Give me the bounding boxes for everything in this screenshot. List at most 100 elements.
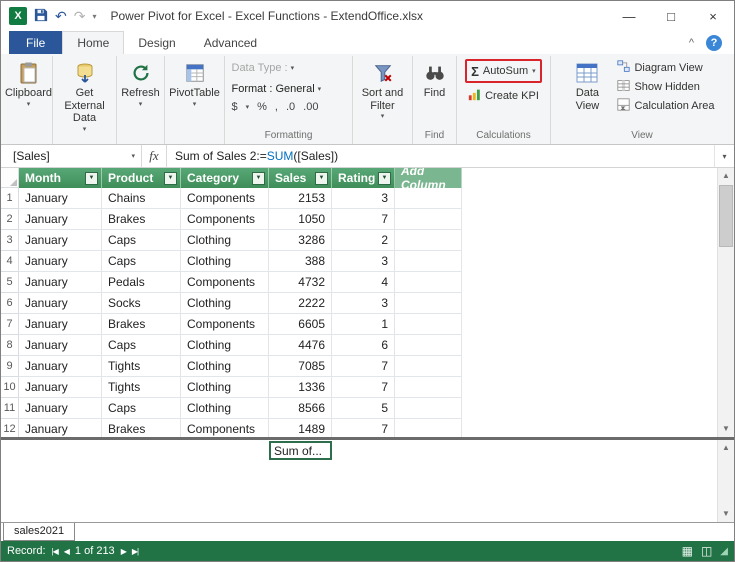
scrollbar-thumb[interactable] <box>719 185 733 247</box>
qat-customize-icon[interactable]: ▾ <box>92 12 96 21</box>
cell-category[interactable]: Components <box>181 419 269 437</box>
cell-product[interactable]: Socks <box>102 293 181 314</box>
row-number[interactable]: 10 <box>1 377 19 398</box>
pivottable-button[interactable]: PivotTable ▾ <box>167 57 222 129</box>
cell-add-column[interactable] <box>395 272 462 293</box>
refresh-button[interactable]: Refresh ▾ <box>119 57 162 129</box>
row-number[interactable]: 2 <box>1 209 19 230</box>
row-number[interactable]: 11 <box>1 398 19 419</box>
cell-rating[interactable]: 7 <box>332 419 395 437</box>
cell-category[interactable]: Clothing <box>181 356 269 377</box>
cell-add-column[interactable] <box>395 209 462 230</box>
row-number[interactable]: 1 <box>1 188 19 209</box>
grid-vertical-scrollbar[interactable]: ▲ ▼ <box>717 168 734 437</box>
row-number[interactable]: 9 <box>1 356 19 377</box>
redo-icon[interactable]: ↷ <box>74 9 86 23</box>
column-header-add-column[interactable]: Add Column <box>395 168 462 188</box>
data-view-button[interactable]: Data View <box>566 57 608 129</box>
calculation-area-button[interactable]: Calculation Area <box>614 97 717 115</box>
scroll-up-icon[interactable]: ▲ <box>718 168 734 184</box>
find-button[interactable]: Find <box>415 57 454 129</box>
cell-add-column[interactable] <box>395 398 462 419</box>
cell-category[interactable]: Clothing <box>181 377 269 398</box>
cell-sales[interactable]: 7085 <box>269 356 332 377</box>
cell-rating[interactable]: 4 <box>332 272 395 293</box>
cell-product[interactable]: Caps <box>102 251 181 272</box>
formula-bar-expand-icon[interactable]: ▾ <box>714 145 734 167</box>
cell-category[interactable]: Clothing <box>181 335 269 356</box>
save-icon[interactable] <box>34 8 48 25</box>
calculation-area[interactable]: Sum of... ▲ ▼ <box>1 440 734 523</box>
cell-add-column[interactable] <box>395 188 462 209</box>
name-box[interactable]: [Sales] ▾ <box>1 145 141 167</box>
decrease-decimal-button[interactable]: .00 <box>303 101 318 113</box>
column-header-category[interactable]: Category ▼ <box>181 168 269 188</box>
calc-vertical-scrollbar[interactable]: ▲ ▼ <box>717 440 734 522</box>
autosum-button[interactable]: Σ AutoSum ▾ <box>471 62 536 80</box>
row-number[interactable]: 5 <box>1 272 19 293</box>
cell-add-column[interactable] <box>395 293 462 314</box>
cell-add-column[interactable] <box>395 377 462 398</box>
column-header-month[interactable]: Month ▼ <box>19 168 102 188</box>
cell-sales[interactable]: 2153 <box>269 188 332 209</box>
cell-add-column[interactable] <box>395 335 462 356</box>
undo-icon[interactable]: ↶ <box>55 9 67 23</box>
fx-button[interactable]: fx <box>141 145 167 167</box>
thousands-separator-button[interactable]: , <box>275 101 278 113</box>
cell-month[interactable]: January <box>19 272 102 293</box>
cell-month[interactable]: January <box>19 314 102 335</box>
cell-rating[interactable]: 2 <box>332 230 395 251</box>
cell-product[interactable]: Tights <box>102 377 181 398</box>
close-button[interactable]: × <box>692 1 734 31</box>
cell-product[interactable]: Caps <box>102 398 181 419</box>
cell-product[interactable]: Brakes <box>102 314 181 335</box>
cell-sales[interactable]: 1050 <box>269 209 332 230</box>
record-prev-icon[interactable]: ◀ <box>64 547 69 556</box>
row-number[interactable]: 4 <box>1 251 19 272</box>
row-number[interactable]: 7 <box>1 314 19 335</box>
cell-sales[interactable]: 6605 <box>269 314 332 335</box>
filter-dropdown-button[interactable]: ▼ <box>85 172 98 185</box>
cell-sales[interactable]: 1336 <box>269 377 332 398</box>
cell-add-column[interactable] <box>395 251 462 272</box>
get-external-data-button[interactable]: Get External Data ▾ <box>55 57 114 133</box>
cell-month[interactable]: January <box>19 377 102 398</box>
cell-rating[interactable]: 1 <box>332 314 395 335</box>
cell-sales[interactable]: 4732 <box>269 272 332 293</box>
cell-category[interactable]: Clothing <box>181 293 269 314</box>
cell-rating[interactable]: 7 <box>332 377 395 398</box>
cell-rating[interactable]: 3 <box>332 293 395 314</box>
show-hidden-button[interactable]: Show Hidden <box>614 78 717 96</box>
maximize-button[interactable]: □ <box>650 1 692 31</box>
column-header-rating[interactable]: Rating ▼ <box>332 168 395 188</box>
cell-add-column[interactable] <box>395 314 462 335</box>
resize-grip-icon[interactable]: ◢ <box>720 546 728 557</box>
cell-rating[interactable]: 3 <box>332 188 395 209</box>
row-number[interactable]: 8 <box>1 335 19 356</box>
cell-month[interactable]: January <box>19 419 102 437</box>
cell-add-column[interactable] <box>395 419 462 437</box>
cell-category[interactable]: Components <box>181 272 269 293</box>
cell-month[interactable]: January <box>19 188 102 209</box>
sort-and-filter-button[interactable]: Sort and Filter ▾ <box>355 57 410 129</box>
clipboard-button[interactable]: Clipboard ▾ <box>6 57 52 129</box>
cell-rating[interactable]: 3 <box>332 251 395 272</box>
cell-product[interactable]: Chains <box>102 188 181 209</box>
filter-dropdown-button[interactable]: ▼ <box>252 172 265 185</box>
cell-product[interactable]: Tights <box>102 356 181 377</box>
calc-selected-cell[interactable]: Sum of... <box>269 441 332 460</box>
cell-category[interactable]: Clothing <box>181 398 269 419</box>
record-last-icon[interactable]: ▶| <box>132 547 138 556</box>
collapse-ribbon-icon[interactable]: ^ <box>689 37 694 49</box>
formula-input[interactable]: Sum of Sales 2:=SUM([Sales]) <box>167 145 714 167</box>
select-all-corner[interactable] <box>1 168 19 188</box>
cell-rating[interactable]: 7 <box>332 356 395 377</box>
format-dropdown[interactable]: Format : General ▾ <box>232 80 346 98</box>
scroll-up-icon[interactable]: ▲ <box>718 440 734 456</box>
excel-app-icon[interactable]: X <box>9 7 27 25</box>
row-number[interactable]: 12 <box>1 419 19 437</box>
column-header-product[interactable]: Product ▼ <box>102 168 181 188</box>
help-icon[interactable]: ? <box>706 35 722 51</box>
tab-advanced[interactable]: Advanced <box>190 31 271 54</box>
cell-product[interactable]: Brakes <box>102 419 181 437</box>
